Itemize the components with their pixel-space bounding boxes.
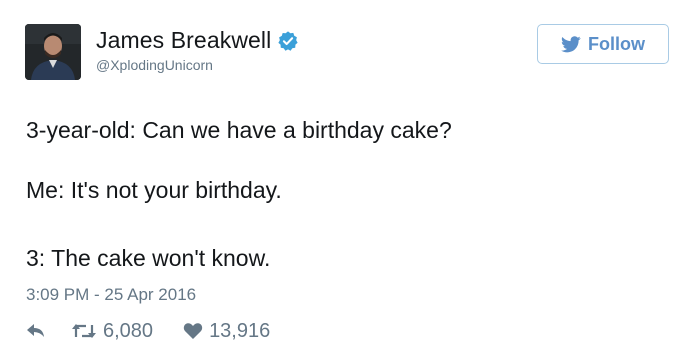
like-button[interactable]: 13,916 — [183, 320, 270, 343]
follow-button[interactable]: Follow — [537, 24, 669, 64]
tweet-timestamp[interactable]: 3:09 PM - 25 Apr 2016 — [26, 285, 196, 305]
author-name-row: James Breakwell — [96, 27, 299, 54]
twitter-bird-icon — [561, 35, 581, 52]
author-handle[interactable]: @XplodingUnicorn — [96, 57, 213, 73]
reply-button[interactable] — [26, 323, 46, 339]
tweet-text-line: 3: The cake won't know. — [26, 245, 271, 271]
profile-photo-icon — [25, 24, 81, 80]
reply-icon — [27, 324, 44, 337]
tweet-card: James Breakwell @XplodingUnicorn Follow … — [0, 0, 700, 355]
verified-badge-icon — [278, 30, 298, 51]
retweet-icon — [72, 324, 96, 338]
author-display-name[interactable]: James Breakwell — [96, 27, 271, 54]
like-count: 13,916 — [209, 319, 271, 342]
avatar[interactable] — [25, 24, 81, 80]
tweet-text-line: 3-year-old: Can we have a birthday cake? — [26, 117, 452, 143]
tweet-text-line: Me: It's not your birthday. — [26, 177, 282, 203]
tweet-actions: 6,080 13,916 — [26, 317, 270, 345]
heart-icon — [183, 323, 203, 339]
follow-button-label: Follow — [588, 33, 645, 54]
retweet-count: 6,080 — [103, 319, 154, 342]
retweet-button[interactable]: 6,080 — [71, 320, 153, 343]
